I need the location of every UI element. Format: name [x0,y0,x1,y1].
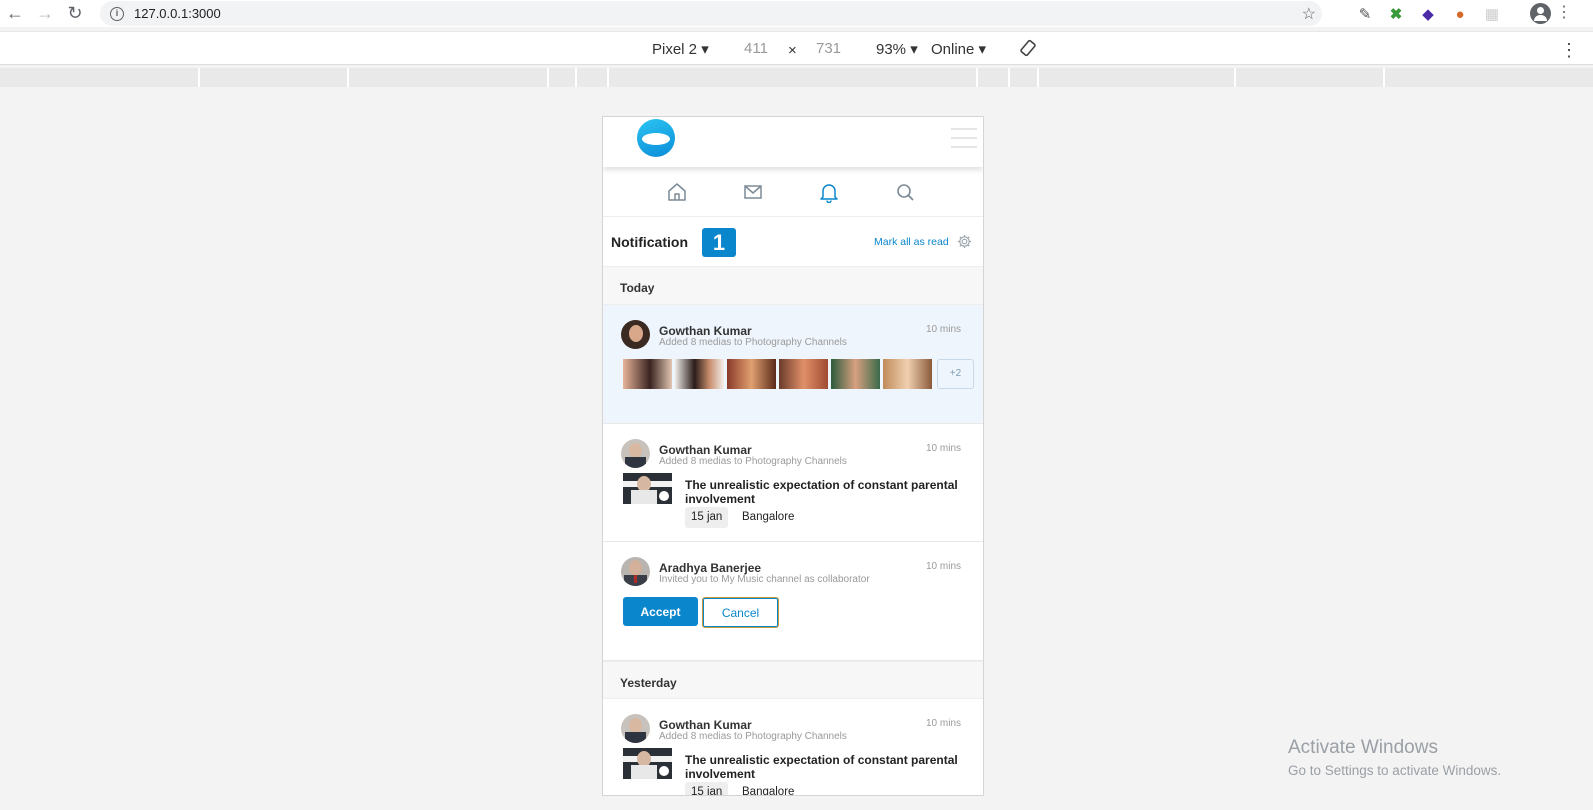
search-icon[interactable] [894,181,916,203]
date-chip: 15 jan [685,782,729,795]
notification-time: 10 mins [926,561,962,572]
section-yesterday: Yesterday [603,661,983,699]
app-header [603,117,983,167]
post-thumbnail[interactable] [623,473,672,504]
more-media-count[interactable]: +2 [937,359,974,389]
notification-item[interactable]: Gowthan Kumar Added 8 medias to Photogra… [603,699,983,796]
eyedropper-extension-icon[interactable]: ✎ [1355,4,1375,24]
avatar[interactable] [621,714,650,743]
phone-viewport: Notification 1 Mark all as read Today Go… [602,116,984,796]
page-title: Notification [611,234,688,250]
media-thumb[interactable] [727,359,776,389]
accept-button[interactable]: Accept [623,597,698,626]
notification-item[interactable]: Gowthan Kumar Added 8 medias to Photogra… [603,305,983,424]
notification-count-badge: 1 [702,228,736,257]
device-name: Pixel 2 [652,41,698,58]
browser-menu-icon[interactable]: ⋮ [1556,2,1572,22]
notification-header: Notification 1 Mark all as read [603,217,983,267]
width-input[interactable]: 411 [744,40,768,57]
device-menu-icon[interactable]: ⋮ [1560,40,1578,61]
face-extension-icon[interactable]: ● [1450,4,1470,24]
back-icon[interactable]: ← [0,0,30,27]
media-thumb[interactable] [623,359,672,389]
watermark-subtitle: Go to Settings to activate Windows. [1288,763,1502,778]
media-thumb[interactable] [831,359,880,389]
notification-item[interactable]: Aradhya Banerjee Invited you to My Music… [603,542,983,661]
media-query-bar [0,68,1593,87]
post-title[interactable]: The unrealistic expectation of constant … [685,753,975,781]
bell-icon[interactable] [818,181,840,203]
mail-icon[interactable] [742,181,764,203]
media-thumb[interactable] [883,359,932,389]
notification-time: 10 mins [926,718,962,729]
post-title[interactable]: The unrealistic expectation of constant … [685,478,975,506]
site-info-icon[interactable]: i [110,6,124,21]
media-thumb[interactable] [779,359,828,389]
sender-name[interactable]: Gowthan Kumar [659,718,752,732]
grid-extension-icon[interactable]: ▦ [1482,4,1502,24]
post-thumbnail[interactable] [623,748,672,779]
network-select[interactable]: Online ▾ [931,40,986,58]
notification-desc: Invited you to My Music channel as colla… [659,574,870,585]
gear-icon[interactable] [957,234,972,249]
watermark-title: Activate Windows [1288,737,1438,758]
sender-name[interactable]: Gowthan Kumar [659,324,752,338]
media-thumb[interactable] [675,359,724,389]
mark-all-read-link[interactable]: Mark all as read [874,236,949,248]
device-toolbar: Pixel 2 ▾ 411 × 731 93% ▾ Online ▾ ⋮ [0,31,1593,65]
notification-desc: Added 8 medias to Photography Channels [659,456,847,467]
zoom-select[interactable]: 93% ▾ [876,40,918,58]
notification-time: 10 mins [926,324,962,335]
date-chip: 15 jan [685,507,729,528]
avatar[interactable] [621,557,650,586]
notification-desc: Added 8 medias to Photography Channels [659,731,847,742]
cancel-button[interactable]: Cancel [702,597,779,628]
sender-name[interactable]: Aradhya Banerjee [659,561,761,575]
hamburger-menu-icon[interactable] [951,128,977,155]
notification-time: 10 mins [926,443,962,454]
browser-toolbar: ← → ↻ i 127.0.0.1:3000 ☆ ✎ ✖ ◆ ● ▦ ⋮ [0,0,1593,27]
location-text: Bangalore [742,511,795,523]
diamond-extension-icon[interactable]: ◆ [1418,4,1438,24]
avatar[interactable] [621,439,650,468]
device-select[interactable]: Pixel 2 ▾ [652,40,709,58]
zoom-value: 93% [876,41,907,58]
forward-icon[interactable]: → [30,0,60,27]
notification-item[interactable]: Gowthan Kumar Added 8 medias to Photogra… [603,424,983,542]
avatar[interactable] [621,320,650,349]
home-icon[interactable] [666,181,688,203]
profile-avatar-icon[interactable] [1530,3,1551,24]
url-text[interactable]: 127.0.0.1:3000 [134,6,221,21]
height-input[interactable]: 731 [816,40,841,57]
notification-desc: Added 8 medias to Photography Channels [659,337,847,348]
tab-bar [603,167,983,217]
section-today: Today [603,267,983,305]
app-logo[interactable] [637,119,675,157]
x-extension-icon[interactable]: ✖ [1386,4,1406,24]
bookmark-star-icon[interactable]: ☆ [1302,4,1316,24]
media-thumbnails: +2 [623,359,974,389]
rotate-icon[interactable] [1019,39,1037,57]
network-value: Online [931,41,975,58]
address-bar[interactable]: i 127.0.0.1:3000 ☆ [100,1,1322,26]
windows-activation-watermark: Activate Windows Go to Settings to activ… [1288,737,1501,778]
reload-icon[interactable]: ↻ [60,0,90,27]
sender-name[interactable]: Gowthan Kumar [659,443,752,457]
location-text: Bangalore [742,786,795,796]
dimension-times: × [788,42,797,59]
